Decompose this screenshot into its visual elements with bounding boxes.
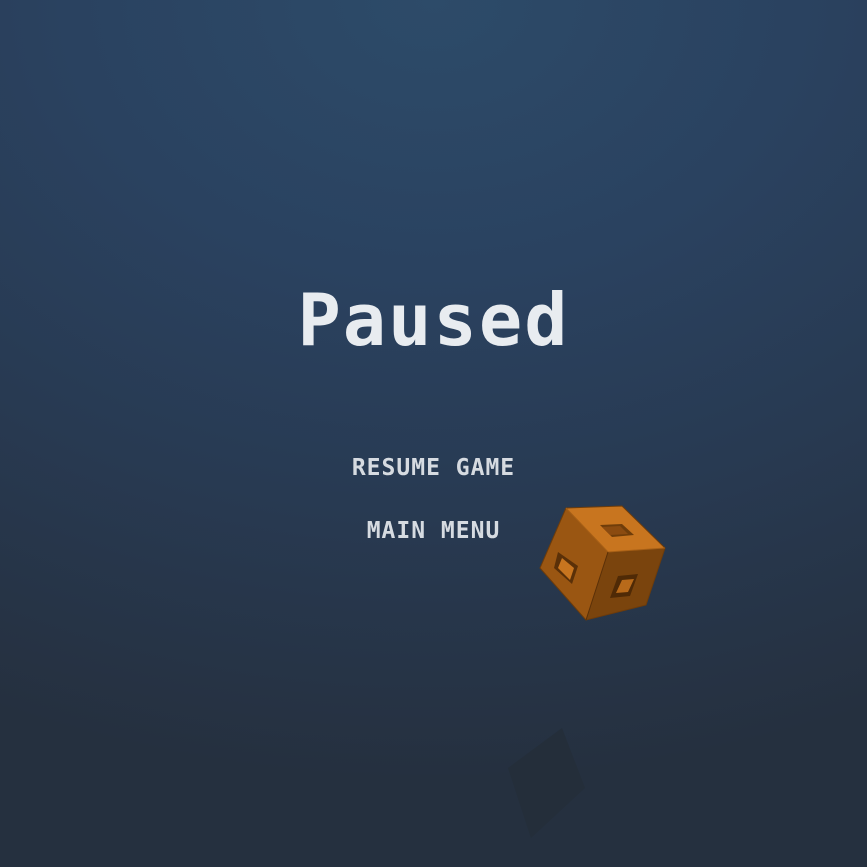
main-menu-button[interactable]: MAIN MENU — [0, 516, 867, 546]
resume-game-button[interactable]: RESUME GAME — [0, 453, 867, 483]
crate-shadow — [508, 728, 585, 838]
paused-title: Paused — [297, 278, 570, 362]
wooden-crate-icon — [539, 505, 666, 621]
